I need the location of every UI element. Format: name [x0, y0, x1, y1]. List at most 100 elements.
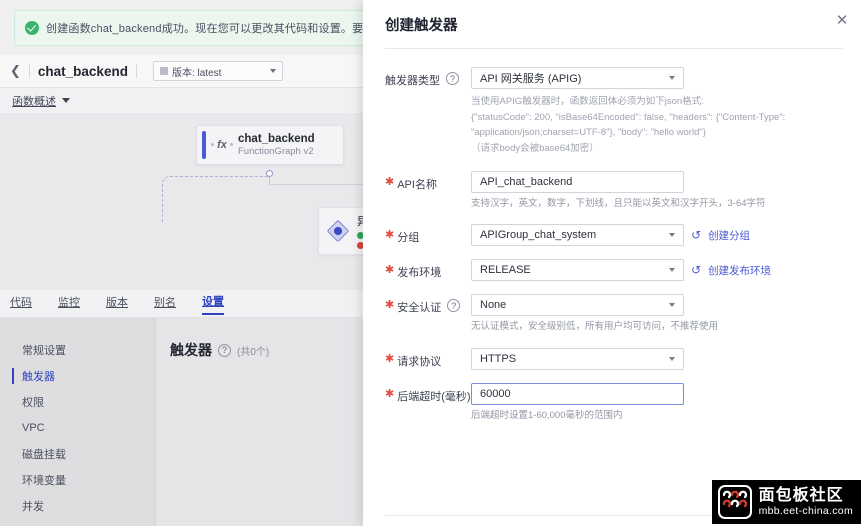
trigger-count: (共0个): [237, 346, 270, 358]
chevron-left-icon[interactable]: ❮: [10, 63, 21, 79]
protocol-select[interactable]: HTTPS: [471, 348, 684, 371]
tab-monitor[interactable]: 监控: [58, 294, 80, 314]
api-name-value: API_chat_backend: [480, 175, 573, 188]
chevron-down-icon: [62, 98, 70, 103]
chevron-down-icon: [669, 233, 675, 238]
graph-dashed-path: [162, 176, 270, 222]
fx-icon: fx: [211, 135, 233, 155]
sidebar-item-general[interactable]: 常规设置: [0, 338, 155, 362]
tag-icon: [159, 67, 168, 75]
watermark-title: 面包板社区: [758, 486, 844, 504]
question-icon[interactable]: ?: [446, 72, 459, 85]
trigger-type-hint: 当使用APIG触发器时，函数返回体必须为如下json格式: {"statusCo…: [471, 94, 843, 157]
trigger-type-select[interactable]: API 网关服务 (APIG): [471, 67, 684, 89]
field-timeout: ✱ 后端超时(毫秒) 60000 后端超时设置1-60,000毫秒的范围内: [385, 383, 843, 424]
refresh-icon[interactable]: ↻: [691, 263, 701, 277]
group-label: 分组: [397, 232, 420, 245]
sidebar-item-permission[interactable]: 权限: [0, 390, 155, 414]
chevron-down-icon: [669, 268, 675, 273]
screen: 创建函数chat_backend成功。现在您可以更改其代码和设置。要使用测试事件…: [0, 0, 865, 526]
timeout-value: 60000: [480, 388, 511, 401]
sidebar-item-async-config[interactable]: 异步配置: [0, 520, 155, 526]
tab-version[interactable]: 版本: [106, 294, 128, 314]
tab-code[interactable]: 代码: [10, 294, 32, 314]
create-group-link[interactable]: 创建分组: [708, 228, 750, 243]
field-auth: ✱ 安全认证 ? None 无认证模式，安全级别低，所有用户均可访问，不推荐使用: [385, 294, 843, 335]
field-protocol: ✱ 请求协议 HTTPS: [385, 348, 843, 371]
version-select[interactable]: 版本: latest: [152, 61, 283, 81]
divider: [28, 64, 30, 78]
graph-node-subtitle: FunctionGraph v2: [238, 146, 314, 158]
refresh-icon[interactable]: ↻: [691, 228, 701, 242]
field-group: ✱ 分组 APIGroup_chat_system ↻ 创建分组: [385, 224, 843, 247]
close-icon[interactable]: ✕: [833, 12, 851, 30]
tab-settings[interactable]: 设置: [202, 293, 224, 315]
api-name-hint: 支持汉字，英文，数字，下划线，且只能以英文和汉字开头，3-64字符: [471, 197, 766, 209]
group-value: APIGroup_chat_system: [480, 229, 597, 242]
hint-line: "application/json;charset=UTF-8"}, "body…: [471, 127, 706, 139]
sidebar-item-concurrency[interactable]: 并发: [0, 494, 155, 518]
sidebar-item-label: 环境变量: [22, 475, 66, 487]
trigger-type-value: API 网关服务 (APIG): [480, 73, 582, 85]
sidebar-item-disk-mount[interactable]: 磁盘挂载: [0, 442, 155, 466]
required-marker: ✱: [385, 264, 395, 277]
function-overview-label: 函数概述: [12, 95, 56, 108]
env-select[interactable]: RELEASE: [471, 259, 684, 282]
check-circle-icon: [25, 21, 39, 35]
chevron-down-icon: [669, 303, 675, 308]
question-icon[interactable]: ?: [218, 343, 231, 357]
graph-node-function[interactable]: fx chat_backend FunctionGraph v2: [196, 125, 344, 165]
sidebar-item-label: 触发器: [22, 371, 55, 383]
sidebar-item-label: 权限: [22, 397, 44, 409]
sidebar-item-env-vars[interactable]: 环境变量: [0, 468, 155, 492]
node-accent-bar: [202, 131, 206, 159]
sidebar-item-label: VPC: [22, 422, 45, 434]
required-marker: ✱: [385, 299, 395, 312]
env-value: RELEASE: [480, 264, 531, 277]
env-label: 发布环境: [397, 267, 442, 280]
auth-value: None: [480, 299, 507, 312]
field-label: ✱ 请求协议: [385, 348, 471, 370]
field-label: 触发器类型 ?: [385, 67, 471, 157]
trigger-type-label: 触发器类型: [385, 75, 440, 87]
field-env: ✱ 发布环境 RELEASE ↻ 创建发布环境: [385, 259, 843, 282]
divider: [135, 64, 137, 78]
api-name-input[interactable]: API_chat_backend: [471, 170, 684, 193]
protocol-value: HTTPS: [480, 353, 517, 366]
required-marker: ✱: [385, 175, 395, 188]
dialog-form: 触发器类型 ? API 网关服务 (APIG) 当使用APIG触发器时，函数返回…: [363, 49, 865, 515]
timeout-hint: 后端超时设置1-60,000毫秒的范围内: [471, 410, 623, 422]
hint-line: {"statusCode": 200, "isBase64Encoded": f…: [471, 111, 786, 123]
auth-hint: 无认证模式，安全级别低，所有用户均可访问，不推荐使用: [471, 321, 719, 333]
hint-line: 当使用APIG触发器时，函数返回体必须为如下json格式:: [471, 96, 704, 107]
field-trigger-type: 触发器类型 ? API 网关服务 (APIG) 当使用APIG触发器时，函数返回…: [385, 67, 843, 157]
auth-select[interactable]: None: [471, 294, 684, 317]
sidebar-item-label: 常规设置: [22, 345, 66, 357]
group-select[interactable]: APIGroup_chat_system: [471, 224, 684, 247]
sidebar-item-vpc[interactable]: VPC: [0, 416, 155, 440]
tab-alias[interactable]: 别名: [154, 294, 176, 314]
required-marker: ✱: [385, 353, 395, 366]
question-icon[interactable]: ?: [447, 299, 461, 313]
sidebar-item-label: 并发: [22, 501, 44, 513]
dialog-title: 创建触发器: [385, 17, 458, 34]
required-marker: ✱: [385, 229, 395, 242]
required-marker: ✱: [385, 388, 395, 401]
trigger-section-title: 触发器: [170, 342, 212, 358]
graph-node-title: chat_backend: [238, 132, 315, 145]
create-trigger-dialog: 创建触发器 ✕ 触发器类型 ? API 网关服务 (APIG) 当使用APIG触…: [363, 0, 865, 526]
chevron-down-icon: [669, 357, 675, 362]
field-label: ✱ 后端超时(毫秒): [385, 383, 471, 424]
dialog-header: 创建触发器 ✕: [363, 0, 865, 48]
protocol-label: 请求协议: [397, 356, 442, 369]
sidebar-item-trigger[interactable]: 触发器: [0, 364, 155, 388]
sidebar-item-label: 磁盘挂载: [22, 449, 66, 461]
create-env-link[interactable]: 创建发布环境: [708, 263, 771, 278]
api-name-label: API名称: [397, 178, 437, 191]
watermark-url: mbb.eet-china.com: [758, 505, 853, 518]
watermark: 面包板社区 mbb.eet-china.com: [711, 480, 861, 524]
page-title: chat_backend: [37, 63, 128, 79]
timeout-input[interactable]: 60000: [471, 383, 684, 406]
timeout-label: 后端超时(毫秒): [397, 391, 471, 404]
chevron-down-icon: [669, 76, 675, 80]
